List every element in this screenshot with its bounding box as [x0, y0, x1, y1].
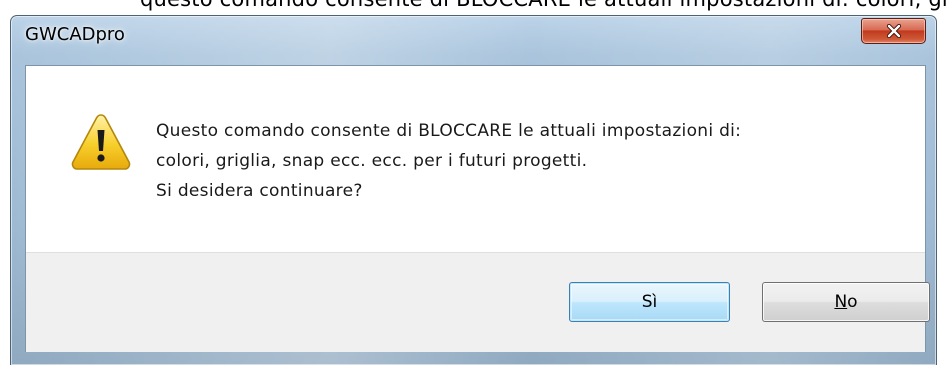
no-button-label: No [834, 292, 857, 312]
message-line: colori, griglia, snap ecc. ecc. per i fu… [156, 151, 588, 171]
dialog-client-area: Questo comando consente di BLOCCARE le a… [25, 65, 930, 352]
close-icon [886, 24, 901, 38]
warning-icon [71, 114, 131, 170]
message-line: Si desidera continuare? [156, 181, 363, 201]
message-text: Questo comando consente di BLOCCARE le a… [156, 116, 741, 206]
window-title: GWCADpro [25, 24, 125, 45]
no-button[interactable]: No [762, 282, 930, 322]
message-box-window: GWCADpro Questo comando consente di BLOC… [10, 15, 937, 365]
close-button[interactable] [861, 18, 926, 44]
message-area: Questo comando consente di BLOCCARE le a… [26, 66, 925, 252]
yes-button[interactable]: Sì [569, 282, 730, 322]
no-button-label-rest: o [847, 292, 858, 312]
button-area: Sì No [26, 252, 930, 352]
no-button-mnemonic: N [834, 292, 848, 312]
background-window-strip: questo comando consente di BLOCCARE le a… [0, 0, 947, 14]
background-window-text: questo comando consente di BLOCCARE le a… [140, 0, 947, 11]
message-line: Questo comando consente di BLOCCARE le a… [156, 121, 742, 141]
title-bar[interactable]: GWCADpro [11, 16, 936, 56]
yes-button-label: Sì [641, 292, 658, 312]
